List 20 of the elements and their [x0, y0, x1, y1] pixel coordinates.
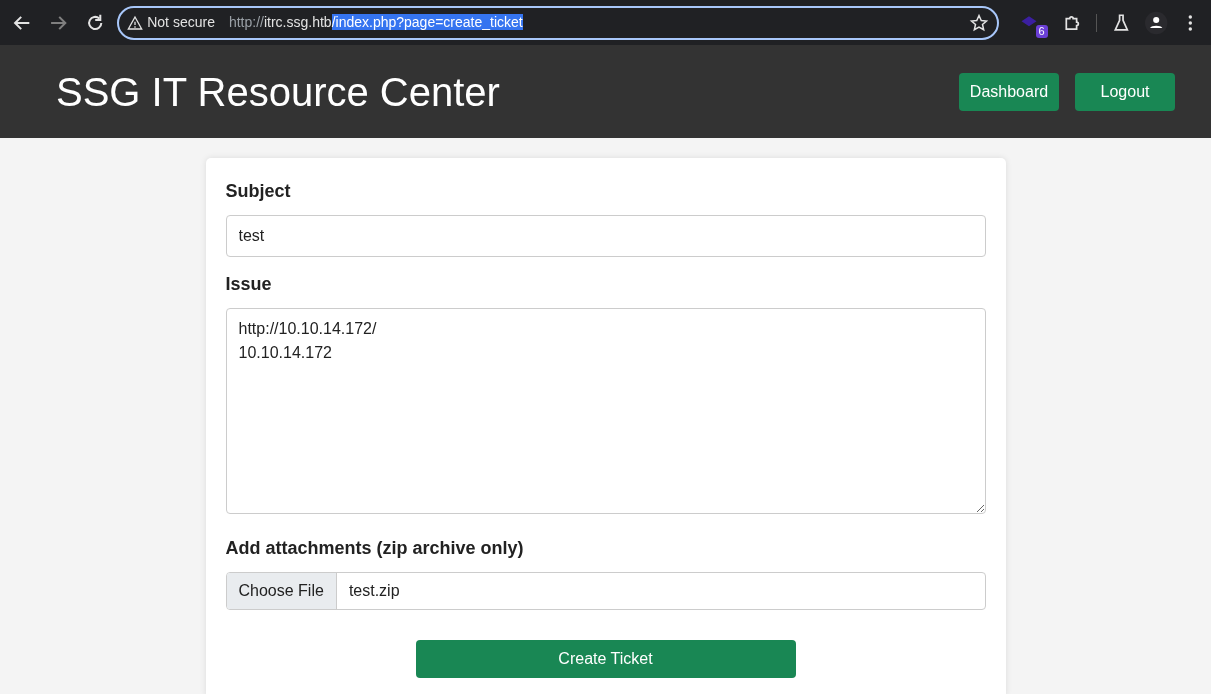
address-bar[interactable]: Not secure http://itrc.ssg.htb/index.php?page=create_ticket	[117, 5, 1000, 40]
star-icon[interactable]	[969, 12, 990, 33]
issue-label: Issue	[225, 273, 273, 296]
attachment-label: Add attachments (zip archive only)	[225, 537, 525, 560]
choose-file-button[interactable]: Choose File	[226, 573, 337, 609]
extension-badge: 6	[1035, 24, 1048, 38]
flask-icon[interactable]	[1111, 11, 1132, 34]
dashboard-button[interactable]: Dashboard	[959, 72, 1059, 111]
profile-icon[interactable]	[1143, 9, 1169, 36]
file-input[interactable]: Choose File test.zip	[225, 572, 986, 610]
file-name: test.zip	[347, 581, 401, 601]
create-ticket-button[interactable]: Create Ticket	[415, 640, 796, 678]
subject-label: Subject	[225, 180, 292, 203]
subject-field[interactable]: test	[225, 215, 986, 257]
site-title: SSG IT Resource Center	[56, 68, 500, 116]
security-label[interactable]: Not secure	[147, 12, 215, 33]
warning-icon	[127, 14, 144, 31]
logout-button[interactable]: Logout	[1075, 72, 1175, 111]
url-text: http://itrc.ssg.htb/index.php?page=create_ticket	[228, 13, 523, 32]
issue-textarea[interactable]: http://10.10.14.172/ 10.10.14.172	[225, 308, 986, 514]
